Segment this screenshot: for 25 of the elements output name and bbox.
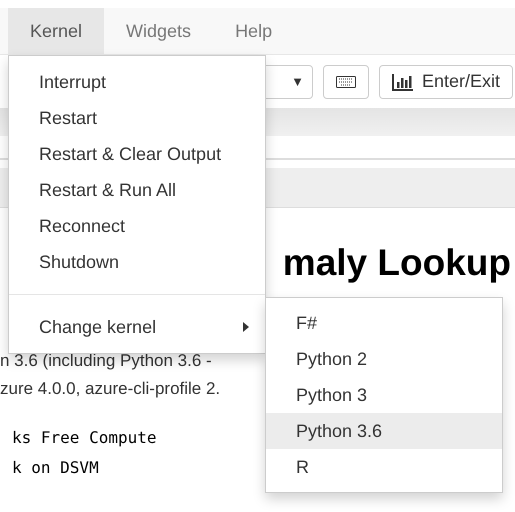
submenu-item[interactable]: Python 3: [266, 377, 502, 413]
notebook-heading: maly Lookup: [282, 244, 511, 280]
menu-bar-item[interactable]: Widgets: [104, 8, 214, 54]
menu-bar-item[interactable]: Kernel: [8, 8, 104, 54]
bar-chart-icon: [392, 72, 414, 90]
menu-item[interactable]: Change kernel: [9, 309, 265, 345]
keyboard-icon: [336, 76, 356, 88]
submenu-item[interactable]: F#: [266, 305, 502, 341]
menu-item[interactable]: Restart: [9, 100, 265, 136]
keyboard-button[interactable]: [323, 64, 369, 98]
menu-item[interactable]: Interrupt: [9, 64, 265, 100]
caret-right-icon: [243, 322, 249, 332]
menu-item-label: Change kernel: [39, 316, 156, 339]
menu-bar-item[interactable]: Help: [213, 8, 294, 54]
enter-exit-button[interactable]: Enter/Exit: [379, 64, 514, 98]
menu-item[interactable]: Reconnect: [9, 208, 265, 244]
text-line: zure 4.0.0, azure-cli-profile 2.: [0, 378, 220, 400]
submenu-item[interactable]: Python 2: [266, 341, 502, 377]
code-line: k on DSVM: [11, 457, 99, 479]
submenu-item[interactable]: Python 3.6: [266, 413, 502, 449]
text-line: n 3.6 (including Python 3.6 -: [0, 350, 212, 372]
menu-item[interactable]: Shutdown: [9, 244, 265, 280]
submenu-item[interactable]: R: [266, 449, 502, 485]
menu-item[interactable]: Restart & Clear Output: [9, 136, 265, 172]
code-line: ks Free Compute: [11, 427, 156, 449]
